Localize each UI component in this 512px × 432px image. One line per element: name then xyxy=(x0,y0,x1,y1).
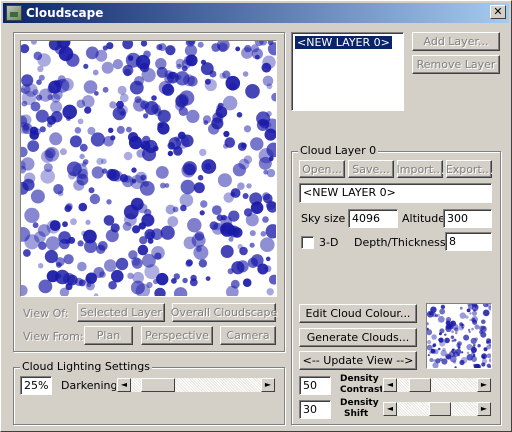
update-view-button[interactable]: <-- Update View --> xyxy=(299,351,417,370)
density-contrast-thumb[interactable] xyxy=(408,378,431,392)
sky-size-input[interactable]: 4096 xyxy=(348,209,398,228)
density-shift-label-2: Shift xyxy=(344,409,369,419)
layer-name-input[interactable]: <NEW LAYER 0> xyxy=(299,183,492,203)
arrow-left-icon[interactable]: ◄ xyxy=(383,402,397,416)
selected-layer-button[interactable]: Selected Layer xyxy=(77,303,165,322)
lighting-group-title: Cloud Lighting Settings xyxy=(20,360,152,373)
close-button[interactable]: ✕ xyxy=(490,5,506,19)
arrow-right-icon[interactable]: ► xyxy=(477,402,491,416)
generate-clouds-button[interactable]: Generate Clouds... xyxy=(299,328,417,347)
darkening-slider-thumb[interactable] xyxy=(140,378,175,392)
cloud-layer-title: Cloud Layer 0 xyxy=(298,144,379,157)
add-layer-button[interactable]: Add Layer... xyxy=(412,32,500,51)
density-shift-input[interactable]: 30 xyxy=(299,400,331,419)
window-title: Cloudscape xyxy=(26,6,104,20)
arrow-left-icon[interactable]: ◄ xyxy=(383,378,397,392)
overall-cloudscape-button[interactable]: Overall Cloudscape xyxy=(171,303,277,322)
lighting-group: Cloud Lighting Settings xyxy=(13,360,285,425)
sky-size-label: Sky size xyxy=(301,212,346,225)
edit-cloud-colour-button[interactable]: Edit Cloud Colour... xyxy=(299,304,417,323)
cloud-texture-large xyxy=(21,41,276,296)
depth-input[interactable]: 8 xyxy=(445,232,492,251)
density-shift-label-1: Density xyxy=(340,398,379,408)
density-contrast-label-2: Contrast xyxy=(340,385,384,395)
save-button[interactable]: Save... xyxy=(348,160,394,178)
depth-label: Depth/Thickness xyxy=(354,236,446,249)
perspective-button[interactable]: Perspective xyxy=(141,326,213,345)
density-shift-slider[interactable]: ◄ ► xyxy=(382,401,492,417)
import-button[interactable]: Import... xyxy=(397,160,444,178)
camera-button[interactable]: Camera xyxy=(220,326,276,345)
darkening-label: Darkening xyxy=(61,379,118,392)
arrow-right-icon[interactable]: ► xyxy=(477,378,491,392)
arrow-left-icon[interactable]: ◄ xyxy=(117,378,131,392)
layers-list[interactable]: <NEW LAYER 0> xyxy=(291,32,404,111)
density-shift-thumb[interactable] xyxy=(428,402,451,416)
cloud-preview-large xyxy=(20,40,277,297)
plan-button[interactable]: Plan xyxy=(84,326,133,345)
view-of-label: View Of: xyxy=(23,307,69,320)
altitude-input[interactable]: 300 xyxy=(443,209,492,228)
layer-list-item[interactable]: <NEW LAYER 0> xyxy=(294,35,393,50)
open-button[interactable]: Open... xyxy=(299,160,345,178)
arrow-right-icon[interactable]: ► xyxy=(261,378,275,392)
darkening-slider[interactable]: ◄ ► xyxy=(116,377,276,393)
three-d-label: 3-D xyxy=(319,236,339,249)
three-d-checkbox[interactable] xyxy=(301,236,314,249)
view-from-label: View From: xyxy=(23,330,84,343)
app-icon xyxy=(6,5,22,21)
cloudscape-window: Cloudscape ✕ View Of: Selected Layer Ove… xyxy=(0,0,512,432)
cloud-texture-small xyxy=(427,304,491,368)
density-contrast-label-1: Density xyxy=(340,374,379,384)
altitude-label: Altitude xyxy=(402,212,445,225)
export-button[interactable]: Export... xyxy=(446,160,492,178)
density-contrast-slider[interactable]: ◄ ► xyxy=(382,377,492,393)
title-bar[interactable]: Cloudscape ✕ xyxy=(3,3,509,23)
cloud-preview-small xyxy=(426,303,492,369)
darkening-input[interactable]: 25% xyxy=(20,376,52,395)
remove-layer-button[interactable]: Remove Layer xyxy=(412,55,500,74)
density-contrast-input[interactable]: 50 xyxy=(299,376,331,395)
